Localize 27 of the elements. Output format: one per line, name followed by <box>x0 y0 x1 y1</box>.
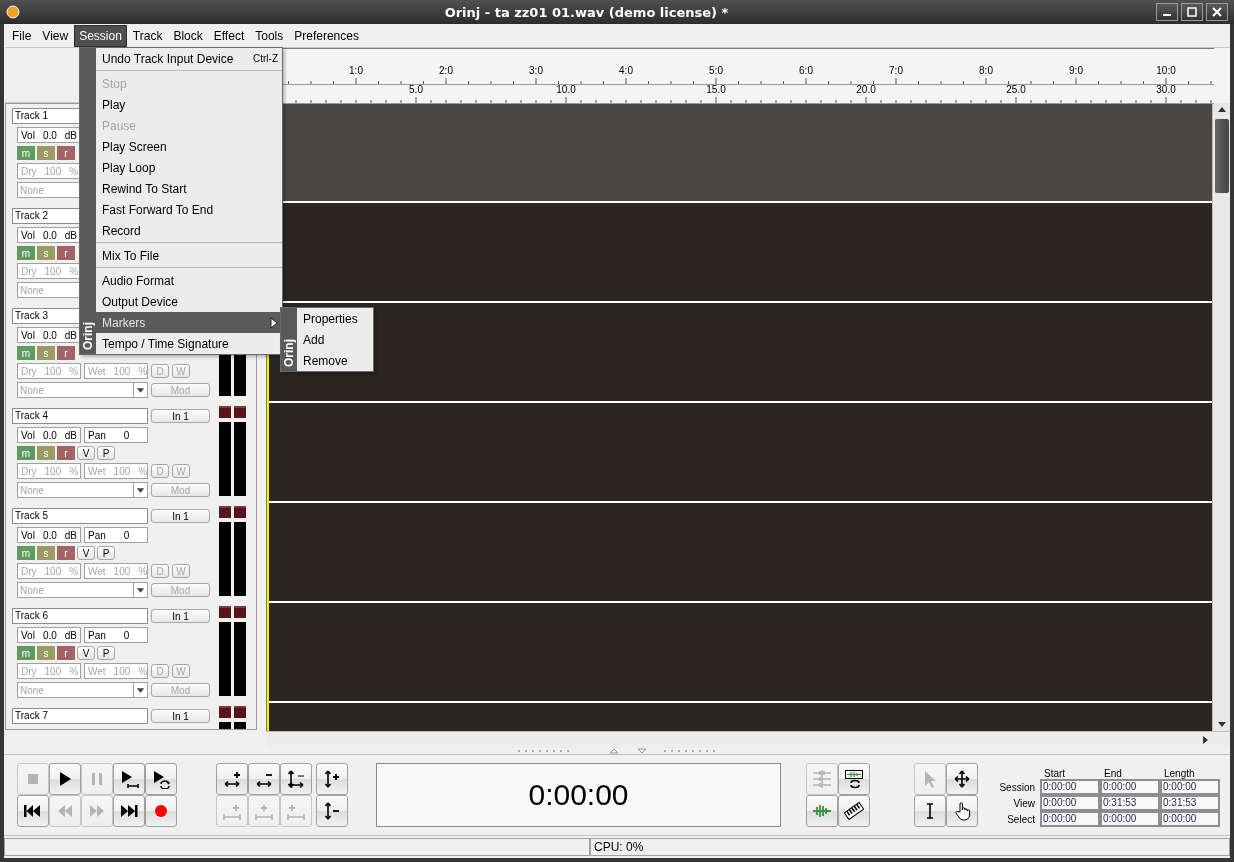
column-header: Length <box>1163 768 1196 779</box>
row-label: Select <box>1006 813 1036 825</box>
ruler-label: 15.0 <box>706 84 726 95</box>
row-label: View <box>1012 797 1036 809</box>
brand-label: Orinj <box>81 322 95 350</box>
row-label: Session <box>998 781 1036 793</box>
ruler-label: 8:0 <box>979 65 993 76</box>
cpu-status: CPU: 0% <box>590 838 1230 856</box>
ruler-label: 9:0 <box>1069 65 1083 76</box>
ruler-label: 3:0 <box>529 65 543 76</box>
ruler-label: 6:0 <box>799 65 813 76</box>
ruler-label: 2:0 <box>439 65 453 76</box>
ruler-label: 5.0 <box>409 84 423 95</box>
ruler-label: 10.0 <box>556 84 576 95</box>
ruler-label: 4:0 <box>619 65 633 76</box>
time-display: 0:00:00 <box>376 763 781 827</box>
ruler-label: 25.0 <box>1006 84 1026 95</box>
ruler-label: 30.0 <box>1156 84 1176 95</box>
ruler-label: 10:0 <box>1156 65 1176 76</box>
ruler-label: 7:0 <box>889 65 903 76</box>
brand-label: Orinj <box>282 339 296 367</box>
ruler-label: 5:0 <box>709 65 723 76</box>
ruler-label: 20.0 <box>856 84 876 95</box>
window-title: Orinj - ta zz01 01.wav (demo license) * <box>443 4 730 20</box>
ruler-label: 1:0 <box>349 65 363 76</box>
column-header: End <box>1103 768 1123 779</box>
column-header: Start <box>1043 768 1067 779</box>
